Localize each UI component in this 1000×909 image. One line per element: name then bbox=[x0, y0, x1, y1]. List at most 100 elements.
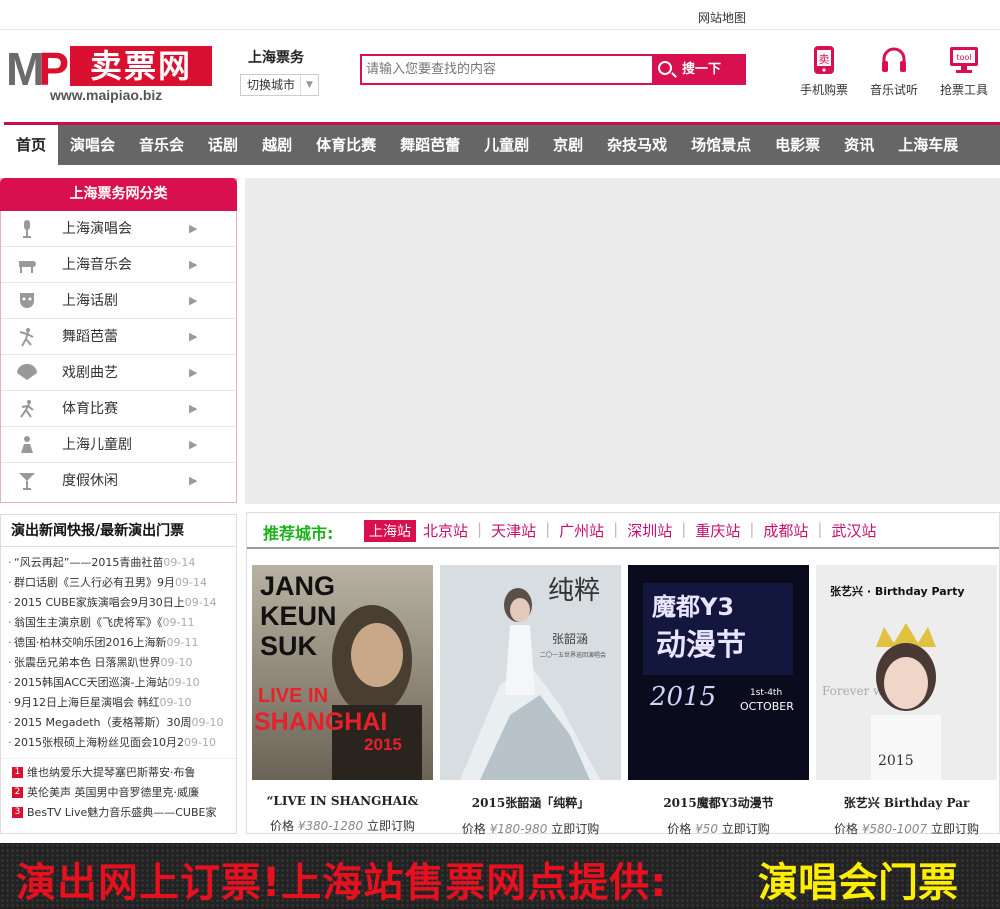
svg-text:张艺兴 · Birthday Party: 张艺兴 · Birthday Party bbox=[830, 584, 965, 598]
svg-text:LIVE IN: LIVE IN bbox=[258, 685, 328, 707]
show-card[interactable]: 魔都Y3 动漫节 2015 1st-4th OCTOBER 2015魔都Y3动漫… bbox=[628, 565, 809, 837]
nav-item-drama[interactable]: 话剧 bbox=[196, 125, 250, 165]
city-tab-shenzhen[interactable]: 深圳站 bbox=[620, 520, 679, 542]
order-link[interactable]: 立即订购 bbox=[931, 822, 979, 836]
news-item[interactable]: 9月12日上海巨星演唱会 韩红09-10 bbox=[1, 693, 236, 713]
show-poster[interactable]: 张艺兴 · Birthday Party Forever with me 201… bbox=[816, 565, 997, 780]
site-logo[interactable]: MP 卖票网 www.maipiao.biz bbox=[6, 44, 212, 104]
nav-item-concert[interactable]: 演唱会 bbox=[58, 125, 127, 165]
category-item[interactable]: 度假休闲 ▶ bbox=[1, 463, 236, 499]
chevron-right-icon: ▶ bbox=[189, 402, 198, 415]
city-switch-dropdown[interactable]: 切换城市 ▼ bbox=[240, 74, 319, 96]
nav-item-peking-opera[interactable]: 京剧 bbox=[541, 125, 595, 165]
chevron-right-icon: ▶ bbox=[189, 258, 198, 271]
show-price: 价格 ¥380-1280 立即订购 bbox=[269, 819, 416, 833]
news-item[interactable]: 群口话剧《三人行必有丑男》9月09-14 bbox=[1, 573, 236, 593]
chevron-down-icon: ▼ bbox=[300, 75, 318, 95]
category-sidebar: 上海票务网分类 上海演唱会 ▶ 上海音乐会 ▶ 上海话剧 ▶ 舞蹈芭蕾 ▶ 戏剧曲艺 ▶ … bbox=[0, 178, 237, 503]
sitemap-link[interactable]: 网站地图 bbox=[698, 9, 746, 26]
show-poster[interactable]: 纯粹 张韶涵 二〇一五世界巡回演唱会 bbox=[440, 565, 621, 780]
city-tab-beijing[interactable]: 北京站 bbox=[416, 520, 475, 542]
nav-item-news[interactable]: 资讯 bbox=[832, 125, 886, 165]
svg-text:纯粹: 纯粹 bbox=[548, 576, 600, 606]
mobile-ticket-link[interactable]: 卖 手机购票 bbox=[800, 45, 848, 98]
city-tab-chongqing[interactable]: 重庆站 bbox=[688, 520, 747, 542]
show-name[interactable]: “LIVE IN SHANGHAI& bbox=[252, 794, 433, 808]
music-preview-link[interactable]: 音乐试听 bbox=[870, 45, 918, 98]
svg-text:tool: tool bbox=[956, 53, 971, 62]
show-name[interactable]: 2015魔都Y3动漫节 bbox=[628, 794, 809, 811]
nav-item-venues[interactable]: 场馆景点 bbox=[679, 125, 763, 165]
fan-icon bbox=[17, 364, 37, 380]
svg-text:魔都Y3: 魔都Y3 bbox=[652, 593, 734, 621]
nav-item-music[interactable]: 音乐会 bbox=[127, 125, 196, 165]
news-item[interactable]: “风云再起”——2015青曲社苗09-14 bbox=[1, 553, 236, 573]
ticket-tool-link[interactable]: tool 抢票工具 bbox=[940, 45, 988, 98]
news-item[interactable]: 张震岳兄弟本色 日落黑趴世界09-10 bbox=[1, 653, 236, 673]
category-item[interactable]: 上海话剧 ▶ bbox=[1, 283, 236, 319]
search-button[interactable]: 搜一下 bbox=[652, 56, 744, 83]
svg-text:张韶涵: 张韶涵 bbox=[552, 631, 588, 646]
city-tab-shanghai[interactable]: 上海站 bbox=[364, 520, 416, 542]
recommend-panel: 推荐城市: 上海站 北京站 | 天津站 | 广州站 | 深圳站 | 重庆站 | 成都站 | … bbox=[246, 512, 1000, 837]
hot-list: 1 维也纳爱乐大提琴塞巴斯蒂安·布鲁 2 英伦美声 英国男中音罗德里克·威廉 3 Be… bbox=[1, 758, 236, 823]
show-poster[interactable]: JANG KEUN SUK LIVE IN SHANGHAI 2015 bbox=[252, 565, 433, 780]
order-link[interactable]: 立即订购 bbox=[367, 819, 415, 833]
promo-highlight: 演唱会门票 bbox=[758, 860, 958, 906]
category-item[interactable]: 上海儿童剧 ▶ bbox=[1, 427, 236, 463]
show-name[interactable]: 2015张韶涵「纯粹」 bbox=[440, 794, 621, 811]
news-item[interactable]: 2015张根硕上海粉丝见面会10月209-10 bbox=[1, 733, 236, 753]
show-poster[interactable]: 魔都Y3 动漫节 2015 1st-4th OCTOBER bbox=[628, 565, 809, 780]
category-item[interactable]: 戏剧曲艺 ▶ bbox=[1, 355, 236, 391]
show-card[interactable]: JANG KEUN SUK LIVE IN SHANGHAI 2015 “LIV… bbox=[252, 565, 433, 834]
nav-item-yue-opera[interactable]: 越剧 bbox=[250, 125, 304, 165]
cocktail-icon bbox=[19, 473, 35, 490]
category-item[interactable]: 体育比赛 ▶ bbox=[1, 391, 236, 427]
svg-text:动漫节: 动漫节 bbox=[656, 628, 746, 663]
show-card[interactable]: 纯粹 张韶涵 二〇一五世界巡回演唱会 2015张韶涵「纯粹」 价格 ¥180-9… bbox=[440, 565, 621, 837]
rank-badge: 1 bbox=[12, 767, 23, 778]
svg-text:KEUN: KEUN bbox=[260, 601, 337, 631]
chevron-right-icon: ▶ bbox=[189, 366, 198, 379]
order-link[interactable]: 立即订购 bbox=[551, 822, 599, 836]
news-item[interactable]: 翁国生主演京剧《飞虎将军》《09-11 bbox=[1, 613, 236, 633]
news-list: “风云再起”——2015青曲社苗09-14 群口话剧《三人行必有丑男》9月09-… bbox=[1, 553, 236, 753]
nav-item-acrobatics[interactable]: 杂技马戏 bbox=[595, 125, 679, 165]
main-nav: 首页 演唱会 音乐会 话剧 越剧 体育比赛 舞蹈芭蕾 儿童剧 京剧 杂技马戏 场… bbox=[4, 122, 1000, 165]
promo-text: 演出网上订票!上海站售票网点提供: bbox=[16, 860, 668, 906]
logo-text: 卖票网 bbox=[70, 46, 212, 86]
nav-item-children[interactable]: 儿童剧 bbox=[472, 125, 541, 165]
tool-monitor-icon: tool bbox=[950, 47, 978, 73]
show-name[interactable]: 张艺兴 Birthday Par bbox=[816, 794, 997, 811]
search-input[interactable] bbox=[362, 56, 652, 83]
promo-banner[interactable]: 演出网上订票!上海站售票网点提供: 演唱会门票 bbox=[0, 843, 1000, 909]
nav-item-sports[interactable]: 体育比赛 bbox=[304, 125, 388, 165]
chevron-right-icon: ▶ bbox=[189, 294, 198, 307]
news-item[interactable]: 2015 Megadeth（麦格蒂斯）30周09-10 bbox=[1, 713, 236, 733]
city-tab-chengdu[interactable]: 成都站 bbox=[756, 520, 815, 542]
nav-item-movies[interactable]: 电影票 bbox=[763, 125, 832, 165]
nav-item-home[interactable]: 首页 bbox=[4, 125, 59, 165]
logo-url: www.maipiao.biz bbox=[50, 87, 163, 103]
child-icon bbox=[21, 436, 33, 453]
hot-item[interactable]: 3 BesTV Live魅力音乐盛典——CUBE家 bbox=[1, 803, 236, 823]
news-item[interactable]: 德国·柏林交响乐团2016上海新09-11 bbox=[1, 633, 236, 653]
hot-item[interactable]: 1 维也纳爱乐大提琴塞巴斯蒂安·布鲁 bbox=[1, 763, 236, 783]
city-tab-wuhan[interactable]: 武汉站 bbox=[824, 520, 883, 542]
nav-item-dance[interactable]: 舞蹈芭蕾 bbox=[388, 125, 472, 165]
hot-item[interactable]: 2 英伦美声 英国男中音罗德里克·威廉 bbox=[1, 783, 236, 803]
banner-placeholder[interactable] bbox=[245, 178, 1000, 504]
category-title: 上海票务网分类 bbox=[0, 178, 237, 211]
order-link[interactable]: 立即订购 bbox=[722, 822, 770, 836]
show-card[interactable]: 张艺兴 · Birthday Party Forever with me 201… bbox=[816, 565, 997, 837]
city-tab-guangzhou[interactable]: 广州站 bbox=[552, 520, 611, 542]
city-tab-tianjin[interactable]: 天津站 bbox=[484, 520, 543, 542]
nav-item-auto-show[interactable]: 上海车展 bbox=[886, 125, 970, 165]
category-item[interactable]: 上海演唱会 ▶ bbox=[1, 211, 236, 247]
news-item[interactable]: 2015韩国ACC天团巡演-上海站09-10 bbox=[1, 673, 236, 693]
rank-badge: 3 bbox=[12, 807, 23, 818]
recommend-header: 推荐城市: 上海站 北京站 | 天津站 | 广州站 | 深圳站 | 重庆站 | 成都站 | … bbox=[247, 513, 999, 549]
news-item[interactable]: 2015 CUBE家族演唱会9月30日上09-14 bbox=[1, 593, 236, 613]
category-item[interactable]: 上海音乐会 ▶ bbox=[1, 247, 236, 283]
category-item[interactable]: 舞蹈芭蕾 ▶ bbox=[1, 319, 236, 355]
